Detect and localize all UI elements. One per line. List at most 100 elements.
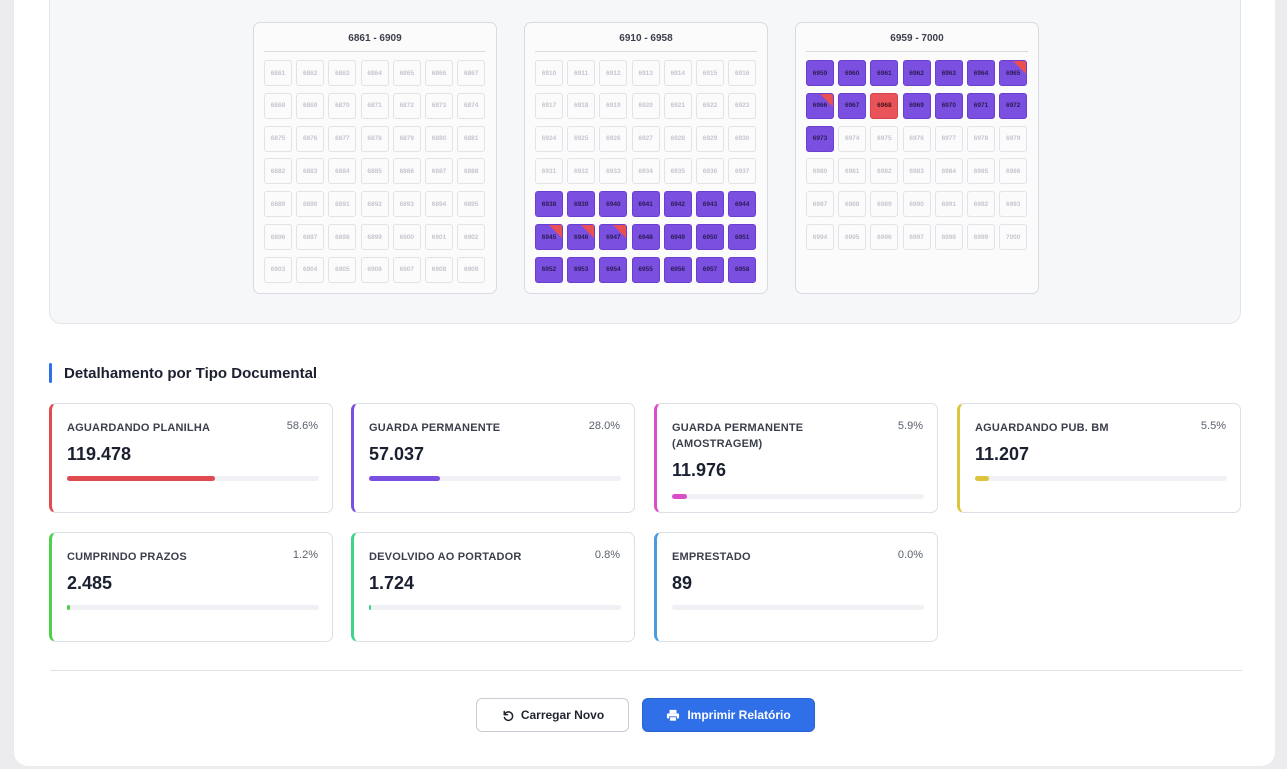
box-cell[interactable]: 6968 [870,92,899,119]
box-cell[interactable]: 6895 [457,191,486,218]
box-cell[interactable]: 6995 [838,224,867,250]
box-cell[interactable]: 7000 [999,224,1028,250]
box-cell[interactable]: 6988 [838,191,867,218]
box-cell[interactable]: 6916 [728,60,757,86]
box-cell[interactable]: 6935 [663,158,692,185]
box-cell[interactable]: 6891 [328,191,357,218]
box-cell[interactable]: 6948 [631,224,660,250]
box-cell[interactable]: 6911 [567,60,596,86]
box-cell[interactable]: 6892 [360,191,389,218]
box-cell[interactable]: 6933 [599,158,628,185]
box-cell[interactable]: 6886 [392,158,421,185]
box-cell[interactable]: 6956 [663,256,692,283]
box-cell[interactable]: 6875 [264,125,292,152]
box-cell[interactable]: 6884 [328,158,357,185]
stat-card[interactable]: AGUARDANDO PLANILHA 58.6% 119.478 [49,403,333,513]
box-cell[interactable]: 6989 [870,191,899,218]
box-cell[interactable]: 6873 [425,92,453,119]
box-cell[interactable]: 6998 [934,224,963,250]
box-cell[interactable]: 6971 [967,92,995,119]
box-cell[interactable]: 6957 [696,256,724,283]
box-cell[interactable]: 6905 [328,256,357,283]
box-cell[interactable]: 6999 [967,224,995,250]
stat-card[interactable]: GUARDA PERMANENTE 28.0% 57.037 [351,403,635,513]
box-cell[interactable]: 6882 [264,158,292,185]
box-cell[interactable]: 6944 [728,191,757,218]
box-cell[interactable]: 6946 [567,224,596,250]
box-cell[interactable]: 6970 [934,92,963,119]
box-cell[interactable]: 6864 [360,60,389,86]
box-cell[interactable]: 6898 [328,224,357,250]
box-cell[interactable]: 6929 [696,125,724,152]
box-cell[interactable]: 6966 [806,92,834,119]
box-cell[interactable]: 6880 [425,125,453,152]
box-cell[interactable]: 6967 [838,92,867,119]
box-cell[interactable]: 6906 [360,256,389,283]
box-cell[interactable]: 6901 [425,224,453,250]
box-cell[interactable]: 6913 [631,60,660,86]
box-cell[interactable]: 6903 [264,256,292,283]
stat-card[interactable]: DEVOLVIDO AO PORTADOR 0.8% 1.724 [351,532,635,642]
box-cell[interactable]: 6885 [360,158,389,185]
box-cell[interactable]: 6960 [838,60,867,86]
box-cell[interactable]: 6930 [728,125,757,152]
box-cell[interactable]: 6908 [425,256,453,283]
box-cell[interactable]: 6934 [631,158,660,185]
box-cell[interactable]: 6976 [902,125,931,152]
box-cell[interactable]: 6938 [535,191,563,218]
box-cell[interactable]: 6952 [535,256,563,283]
box-cell[interactable]: 6985 [967,158,995,185]
box-cell[interactable]: 6867 [457,60,486,86]
stat-card[interactable]: EMPRESTADO 0.0% 89 [654,532,938,642]
box-cell[interactable]: 6984 [934,158,963,185]
reload-button[interactable]: Carregar Novo [476,698,629,732]
box-cell[interactable]: 6965 [999,60,1028,86]
box-cell[interactable]: 6997 [902,224,931,250]
box-cell[interactable]: 6897 [296,224,325,250]
box-cell[interactable]: 6919 [599,92,628,119]
box-cell[interactable]: 6896 [264,224,292,250]
box-cell[interactable]: 6978 [967,125,995,152]
box-cell[interactable]: 6937 [728,158,757,185]
box-cell[interactable]: 6862 [296,60,325,86]
box-cell[interactable]: 6973 [806,125,834,152]
box-cell[interactable]: 6940 [599,191,628,218]
box-cell[interactable]: 6899 [360,224,389,250]
box-cell[interactable]: 6866 [425,60,453,86]
box-cell[interactable]: 6904 [296,256,325,283]
box-cell[interactable]: 6893 [392,191,421,218]
print-report-button[interactable]: Imprimir Relatório [642,698,815,732]
box-cell[interactable]: 6996 [870,224,899,250]
box-cell[interactable]: 6962 [902,60,931,86]
box-cell[interactable]: 6951 [728,224,757,250]
box-cell[interactable]: 6894 [425,191,453,218]
box-cell[interactable]: 6977 [934,125,963,152]
box-cell[interactable]: 6953 [567,256,596,283]
box-cell[interactable]: 6889 [264,191,292,218]
box-cell[interactable]: 6879 [392,125,421,152]
box-cell[interactable]: 6959 [806,60,834,86]
box-cell[interactable]: 6914 [663,60,692,86]
box-cell[interactable]: 6942 [663,191,692,218]
box-cell[interactable]: 6877 [328,125,357,152]
box-cell[interactable]: 6983 [902,158,931,185]
box-cell[interactable]: 6963 [934,60,963,86]
box-cell[interactable]: 6987 [806,191,834,218]
box-cell[interactable]: 6907 [392,256,421,283]
box-cell[interactable]: 6964 [967,60,995,86]
box-cell[interactable]: 6982 [870,158,899,185]
box-cell[interactable]: 6932 [567,158,596,185]
box-cell[interactable]: 6949 [663,224,692,250]
box-cell[interactable]: 6961 [870,60,899,86]
box-cell[interactable]: 6945 [535,224,563,250]
box-cell[interactable]: 6993 [999,191,1028,218]
box-cell[interactable]: 6900 [392,224,421,250]
box-cell[interactable]: 6876 [296,125,325,152]
box-cell[interactable]: 6923 [728,92,757,119]
box-cell[interactable]: 6994 [806,224,834,250]
box-cell[interactable]: 6874 [457,92,486,119]
box-cell[interactable]: 6926 [599,125,628,152]
box-cell[interactable]: 6990 [902,191,931,218]
box-cell[interactable]: 6979 [999,125,1028,152]
box-cell[interactable]: 6863 [328,60,357,86]
